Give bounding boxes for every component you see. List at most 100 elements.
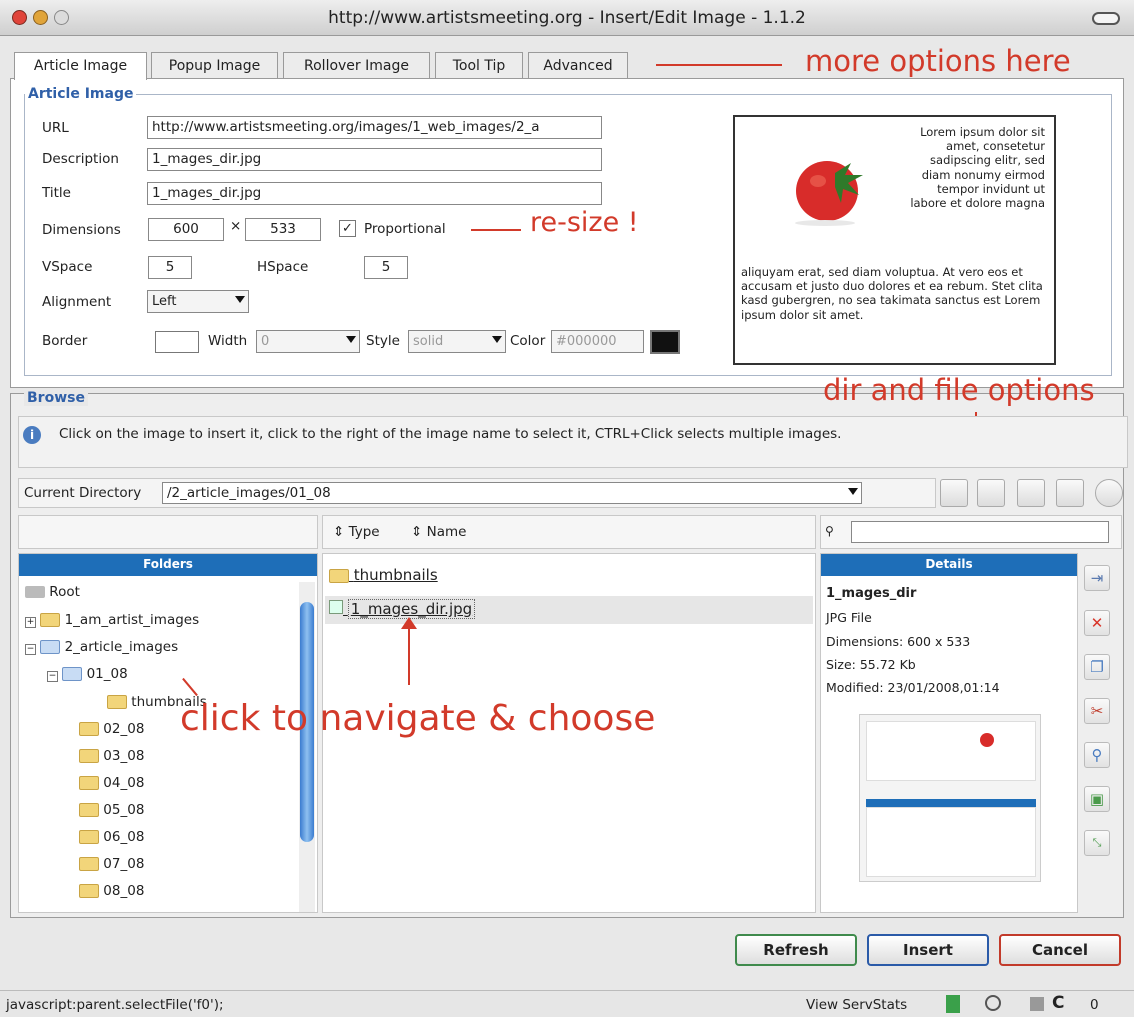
tree-label: 01_08 (86, 666, 128, 682)
chevron-down-icon (848, 488, 858, 495)
search-input[interactable] (851, 521, 1109, 543)
tab-tool-tip[interactable]: Tool Tip (435, 52, 523, 79)
copy-icon[interactable]: ❐ (1084, 654, 1110, 680)
description-label: Description (42, 151, 119, 167)
border-checkbox[interactable] (155, 331, 199, 353)
status-url: javascript:parent.selectFile('f0'); (6, 997, 224, 1013)
border-style-select[interactable]: solid (408, 330, 506, 353)
tree-node-month[interactable]: 06_08 (79, 829, 144, 845)
border-width-select[interactable]: 0 (256, 330, 360, 353)
directory-value: /2_article_images/01_08 (167, 485, 331, 501)
details-type: JPG File (826, 610, 872, 625)
help-icon[interactable] (1095, 479, 1123, 507)
hspace-label: HSpace (257, 259, 309, 275)
height-input[interactable]: 533 (245, 218, 321, 241)
view-mode-icon[interactable] (1056, 479, 1084, 507)
tree-label: 08_08 (103, 883, 145, 899)
tab-article-image[interactable]: Article Image (14, 52, 147, 80)
window-titlebar: http://www.artistsmeeting.org - Insert/E… (0, 0, 1134, 36)
folder-icon (79, 884, 99, 898)
refresh-button[interactable]: Refresh (735, 934, 857, 966)
file-item-thumbnails[interactable]: thumbnails (329, 566, 438, 584)
status-c-icon: C (1052, 993, 1065, 1013)
vspace-input[interactable]: 5 (148, 256, 192, 279)
tree-node-month[interactable]: 03_08 (79, 748, 144, 764)
directory-bar: Current Directory /2_article_images/01_0… (18, 478, 936, 508)
folder-icon (79, 749, 99, 763)
tree-node-month[interactable]: 02_08 (79, 721, 144, 737)
title-input[interactable]: 1_mages_dir.jpg (147, 182, 602, 205)
tree-node-month[interactable]: 04_08 (79, 775, 144, 791)
status-count: 0 (1090, 997, 1099, 1013)
details-size: Size: 55.72 Kb (826, 657, 916, 672)
sort-name-button[interactable]: ⇕ Name (411, 524, 466, 540)
upload-icon[interactable] (1017, 479, 1045, 507)
thumbnail-bar (866, 799, 1036, 807)
annotation-more-options: more options here (805, 44, 1071, 78)
tree-label: 04_08 (103, 775, 145, 791)
chevron-down-icon (492, 336, 502, 343)
title-label: Title (42, 185, 71, 201)
tree-node-artist-images[interactable]: + 1_am_artist_images (25, 612, 199, 628)
details-thumbnail (859, 714, 1041, 882)
file-label: 1_mages_dir.jpg (347, 599, 476, 619)
folders-scrollbar[interactable] (299, 582, 315, 912)
alignment-select[interactable]: Left (147, 290, 249, 313)
color-picker-button[interactable] (650, 330, 680, 354)
zoom-icon[interactable]: ⚲ (1084, 742, 1110, 768)
proportional-label: Proportional (364, 221, 446, 237)
sort-type-button[interactable]: ⇕ Type (333, 524, 380, 540)
resize-icon[interactable]: ⤡ (1084, 830, 1110, 856)
annotation-line (656, 64, 782, 66)
collapse-icon[interactable]: − (47, 671, 58, 682)
proportional-checkbox[interactable]: ✓ (339, 220, 356, 237)
annotation-navigate: click to navigate & choose (180, 698, 656, 739)
tree-node-month[interactable]: 05_08 (79, 802, 144, 818)
tab-rollover-image[interactable]: Rollover Image (283, 52, 430, 79)
new-folder-icon[interactable] (977, 479, 1005, 507)
directory-select[interactable]: /2_article_images/01_08 (162, 482, 862, 504)
url-input[interactable]: http://www.artistsmeeting.org/images/1_w… (147, 116, 602, 139)
cut-icon[interactable]: ✂ (1084, 698, 1110, 724)
toolbar-toggle-button[interactable] (1092, 12, 1120, 25)
tree-root[interactable]: Root (25, 584, 80, 600)
tree-node-month[interactable]: 08_08 (79, 883, 144, 899)
tree-label: 03_08 (103, 748, 145, 764)
image-file-icon (329, 600, 343, 614)
folder-icon (79, 776, 99, 790)
select-icon[interactable]: ⇥ (1084, 565, 1110, 591)
cancel-button[interactable]: Cancel (999, 934, 1121, 966)
tree-node-article-images[interactable]: − 2_article_images (25, 639, 178, 655)
delete-icon[interactable]: ✕ (1084, 610, 1110, 636)
image-edit-icon[interactable]: ▣ (1084, 786, 1110, 812)
width-input[interactable]: 600 (148, 218, 224, 241)
folder-icon (40, 613, 61, 627)
tree-node-01-08[interactable]: − 01_08 (47, 666, 128, 682)
folder-up-icon[interactable] (940, 479, 968, 507)
open-folder-icon (40, 640, 61, 654)
directory-label: Current Directory (24, 485, 142, 501)
tree-root-label: Root (49, 584, 80, 600)
article-image-legend: Article Image (28, 86, 134, 102)
insert-button[interactable]: Insert (867, 934, 989, 966)
thumbnail-top (866, 721, 1036, 781)
file-item-image[interactable]: 1_mages_dir.jpg (329, 599, 476, 619)
status-disk-icon (1030, 997, 1044, 1011)
alignment-label: Alignment (42, 294, 112, 310)
collapse-icon[interactable]: − (25, 644, 36, 655)
chevron-down-icon (346, 336, 356, 343)
annotation-line (471, 229, 521, 231)
folders-header-spacer (18, 515, 318, 549)
hspace-input[interactable]: 5 (364, 256, 408, 279)
border-width-value: 0 (261, 334, 270, 349)
servstats-link[interactable]: View ServStats (806, 997, 907, 1013)
window-title: http://www.artistsmeeting.org - Insert/E… (328, 8, 806, 28)
tree-node-month[interactable]: 07_08 (79, 856, 144, 872)
border-color-input[interactable]: #000000 (551, 330, 644, 353)
tab-popup-image[interactable]: Popup Image (151, 52, 278, 79)
image-preview: Lorem ipsum dolor sit amet, consetetur s… (733, 115, 1056, 365)
tree-label: 2_article_images (64, 639, 179, 655)
expand-icon[interactable]: + (25, 617, 36, 628)
description-input[interactable]: 1_mages_dir.jpg (147, 148, 602, 171)
tab-advanced[interactable]: Advanced (528, 52, 628, 79)
